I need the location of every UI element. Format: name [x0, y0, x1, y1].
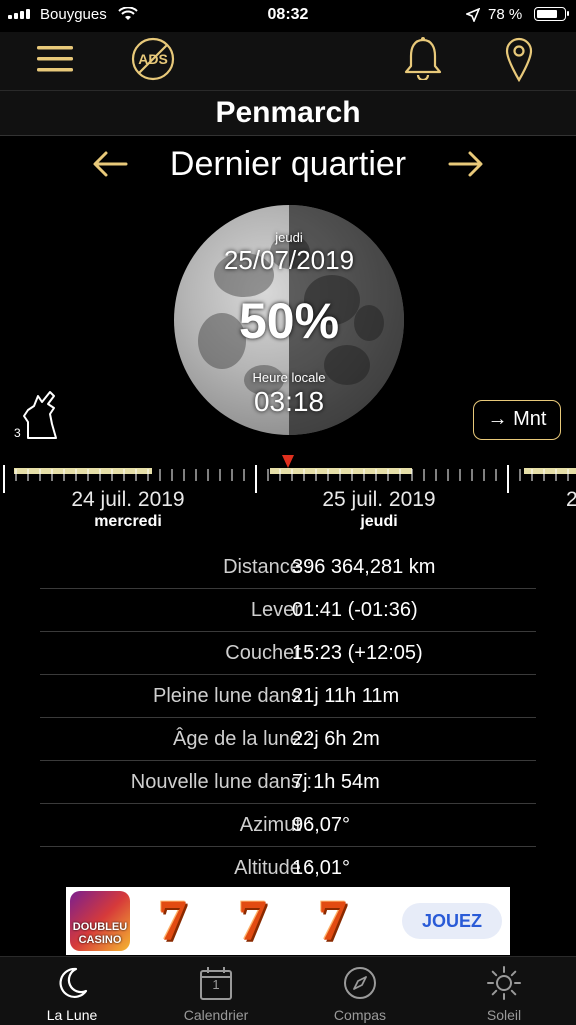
- detail-value: 7j 1h 54m: [292, 771, 380, 793]
- moon-details-list: Distance :396 364,281 km Lever :01:41 (-0…: [40, 546, 536, 889]
- local-time-label: Heure locale: [252, 370, 326, 385]
- casino-logo: DOUBLEU CASINO: [70, 891, 130, 951]
- bell-icon[interactable]: [402, 36, 444, 80]
- play-button[interactable]: JOUEZ: [402, 903, 502, 939]
- detail-value: 96,07°: [292, 814, 351, 836]
- timeline-day-weekday: jeudi: [360, 513, 398, 530]
- map-pin-icon[interactable]: [504, 36, 534, 82]
- detail-value: 01:41 (-01:36): [292, 599, 418, 621]
- wolf-badge: 3: [14, 426, 21, 440]
- slot-seven: 7: [158, 888, 187, 953]
- tab-label: La Lune: [46, 1007, 98, 1023]
- bottom-tab-bar: La Lune 1 Calendrier Compas Soleil: [0, 956, 576, 1025]
- tab-calendrier[interactable]: 1 Calendrier: [144, 957, 288, 1025]
- phase-navigator: Dernier quartier: [0, 140, 576, 190]
- detail-row: Âge de la lune :22j 6h 2m: [40, 718, 536, 761]
- compass-icon: [344, 967, 376, 999]
- location-arrow-icon: [466, 8, 480, 22]
- timeline-day-weekday: mercredi: [94, 513, 162, 530]
- date-timeline[interactable]: 24 juil. 2019 mercredi 25 juil. 2019 jeu…: [0, 455, 576, 535]
- status-bar: Bouygues 08:32 78 %: [0, 0, 576, 32]
- casino-logo-line: DOUBLEU: [72, 921, 128, 933]
- moon-date: 25/07/2019: [223, 245, 355, 275]
- top-toolbar: ADS: [0, 32, 576, 91]
- detail-label: Pleine lune dans :: [152, 685, 312, 707]
- slot-seven: 7: [318, 888, 347, 953]
- tab-label: Compas: [333, 1007, 387, 1023]
- battery-icon: [534, 7, 569, 21]
- howling-wolf-icon: [23, 391, 57, 439]
- location-header: Penmarch: [0, 91, 576, 136]
- moon-weekday: jeudi: [275, 230, 303, 245]
- detail-row: Azimut :96,07°: [40, 804, 536, 847]
- detail-label: Nouvelle lune dans :: [130, 771, 312, 793]
- detail-value: 22j 6h 2m: [292, 728, 380, 750]
- current-time-marker: [282, 455, 294, 468]
- detail-row: Distance :396 364,281 km: [40, 546, 536, 589]
- detail-value: 21j 11h 11m: [292, 685, 400, 707]
- tab-soleil[interactable]: Soleil: [432, 957, 576, 1025]
- illumination-percent: 50%: [238, 293, 340, 349]
- tab-label: Soleil: [486, 1007, 522, 1023]
- detail-value: 16,01°: [292, 857, 351, 879]
- casino-logo-line: CASINO: [78, 934, 122, 946]
- timeline-day-date: 24 juil. 2019: [71, 488, 185, 511]
- timeline-day-date: 2: [566, 488, 576, 511]
- battery-percentage: 78 %: [488, 6, 523, 23]
- slot-seven: 7: [238, 888, 267, 953]
- tab-label: Calendrier: [183, 1007, 249, 1023]
- detail-row: Lever :01:41 (-01:36): [40, 589, 536, 632]
- detail-value: 15:23 (+12:05): [292, 642, 423, 664]
- no-ads-button[interactable]: ADS: [130, 36, 176, 82]
- moon-icon: [59, 967, 88, 998]
- tab-la-lune[interactable]: La Lune: [0, 957, 144, 1025]
- next-phase-button[interactable]: [436, 140, 496, 188]
- detail-row: Pleine lune dans :21j 11h 11m: [40, 675, 536, 718]
- timeline-day-date: 25 juil. 2019: [322, 488, 436, 511]
- detail-row: Nouvelle lune dans :7j 1h 54m: [40, 761, 536, 804]
- wolf-button[interactable]: 3: [14, 388, 66, 440]
- detail-value: 396 364,281 km: [292, 556, 436, 578]
- no-ads-label: ADS: [138, 51, 168, 67]
- arrow-right-icon: [448, 151, 483, 177]
- tab-compas[interactable]: Compas: [288, 957, 432, 1025]
- local-time: 03:18: [253, 386, 325, 417]
- detail-row: Altitude :16,01°: [40, 847, 536, 889]
- location-title: Penmarch: [215, 96, 361, 129]
- ad-banner[interactable]: DOUBLEU CASINO 7 7 7 JOUEZ: [66, 887, 510, 955]
- now-button[interactable]: → Mnt: [473, 400, 561, 440]
- calendar-day-badge: 1: [212, 977, 220, 992]
- sun-icon: [487, 966, 521, 1000]
- hamburger-icon[interactable]: [37, 45, 75, 73]
- arrow-left-icon: [93, 151, 128, 177]
- detail-row: Coucher :15:23 (+12:05): [40, 632, 536, 675]
- previous-phase-button[interactable]: [80, 140, 140, 188]
